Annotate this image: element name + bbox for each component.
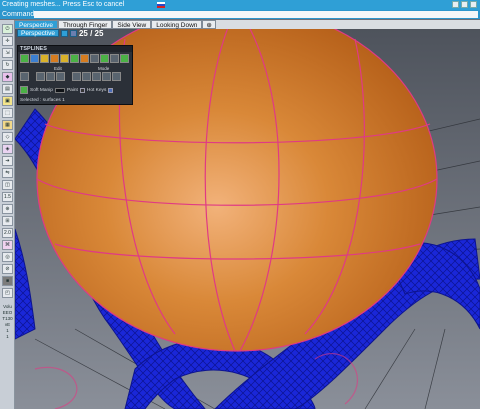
add-tab-icon[interactable]: ⊕	[202, 20, 216, 29]
weld-tool-icon[interactable]	[60, 54, 69, 63]
create-icon[interactable]	[20, 54, 29, 63]
camera-icon[interactable]	[69, 29, 77, 37]
move-icon[interactable]: ✛	[2, 36, 13, 46]
help-icon[interactable]	[120, 54, 129, 63]
pull-icon[interactable]: ⇲	[2, 48, 13, 58]
maximize-icon[interactable]	[461, 1, 468, 8]
move-tool-icon[interactable]	[36, 72, 45, 81]
paint-checkbox[interactable]	[79, 87, 85, 93]
select-icon[interactable]: ◆	[2, 72, 13, 82]
window-controls	[452, 1, 477, 8]
soft-manip-input[interactable]	[54, 87, 65, 93]
status-message: Creating meshes... Press Esc to cancel	[2, 1, 125, 8]
tab-perspective[interactable]: Perspective	[14, 20, 58, 29]
tab-looking-down[interactable]: Looking Down	[151, 20, 203, 29]
selection-status: Selected : surfaces 1	[20, 98, 65, 103]
weld-icon[interactable]: ⊕	[2, 204, 13, 214]
command-input[interactable]	[34, 11, 478, 18]
extra-icon[interactable]: ◰	[2, 288, 13, 298]
face-mode-icon[interactable]	[92, 72, 101, 81]
panel-options: Soft Manip Paint Hot Keys	[20, 86, 114, 94]
smooth-icon[interactable]: ◎	[2, 252, 13, 262]
edit-icon[interactable]	[50, 54, 59, 63]
smooth-mode-icon[interactable]	[82, 72, 91, 81]
chevron-down-icon[interactable]	[60, 29, 68, 37]
shape-icon[interactable]: ◈	[2, 144, 13, 154]
crease-icon[interactable]: ◇	[2, 132, 13, 142]
bridge-tool-icon[interactable]	[80, 54, 89, 63]
language-flag-icon	[157, 2, 165, 8]
display-icon[interactable]: ■	[2, 276, 13, 286]
viewport-header: Perspective 25 / 25	[17, 28, 104, 38]
insert-icon[interactable]: ⊞	[2, 216, 13, 226]
bridge-icon[interactable]: ◫	[2, 180, 13, 190]
status-bar: Creating meshes... Press Esc to cancel	[0, 0, 480, 10]
close-icon[interactable]	[470, 1, 477, 8]
tab-side-view[interactable]: Side View	[112, 20, 152, 29]
size-value-2[interactable]: 2.0	[2, 228, 13, 238]
section-mode: Mode	[98, 66, 110, 71]
panel-title: TSPLINES	[18, 46, 132, 52]
subdivide-icon[interactable]: ⌘	[2, 240, 13, 250]
arrow-icon[interactable]: ➔	[2, 156, 13, 166]
minimize-icon[interactable]	[452, 1, 459, 8]
left-toolbar: ⏻ ✛ ⇲ ↻ ◆ ▤ ▣ ⬚ ▦ ◇ ◈ ➔ ⇋ ◫ 1.5 ⊕ ⊞ 2.0 …	[0, 20, 15, 409]
convert-icon[interactable]	[30, 54, 39, 63]
hot-keys-label: Hot Keys	[86, 87, 107, 93]
insert-tool-icon[interactable]	[70, 54, 79, 63]
scale-tool-icon[interactable]	[56, 72, 65, 81]
cube-icon[interactable]: ▦	[2, 120, 13, 130]
rotate-icon[interactable]: ↻	[2, 60, 13, 70]
display-tool-icon[interactable]	[100, 54, 109, 63]
soft-manip-label: Soft Manip	[30, 87, 53, 93]
power-icon[interactable]: ⏻	[2, 24, 13, 34]
extrude-icon[interactable]: ⬚	[2, 108, 13, 118]
split-icon[interactable]: ⊘	[2, 264, 13, 274]
utility-icon[interactable]	[90, 54, 99, 63]
toolbar-info: Volu EEO T130 vE 1 1	[2, 304, 13, 339]
rotate-tool-icon[interactable]	[46, 72, 55, 81]
layer-icon[interactable]: ▤	[2, 84, 13, 94]
edge-mode-icon[interactable]	[102, 72, 111, 81]
tools-row-2	[20, 72, 121, 81]
size-value-1[interactable]: 1.5	[2, 192, 13, 202]
viewport-counter: 25 / 25	[78, 28, 104, 38]
tools-row-1	[20, 54, 129, 63]
select-all-icon[interactable]	[20, 72, 29, 81]
command-bar: Command:	[0, 10, 480, 19]
tools-icon[interactable]	[40, 54, 49, 63]
hot-keys-checkbox[interactable]	[108, 87, 114, 93]
command-label: Command:	[2, 11, 37, 18]
tsplines-panel: TSPLINES Edit Mode Soft Manip Paint Hot …	[17, 45, 133, 105]
box-mode-icon[interactable]	[72, 72, 81, 81]
mirror-icon[interactable]: ⇋	[2, 168, 13, 178]
paint-label: Paint	[66, 87, 78, 93]
section-edit: Edit	[54, 66, 62, 71]
box-icon[interactable]: ▣	[2, 96, 13, 106]
manip-icon[interactable]	[20, 86, 28, 94]
viewport-name-dropdown[interactable]: Perspective	[17, 29, 59, 37]
settings-icon[interactable]	[110, 54, 119, 63]
vertex-mode-icon[interactable]	[112, 72, 121, 81]
